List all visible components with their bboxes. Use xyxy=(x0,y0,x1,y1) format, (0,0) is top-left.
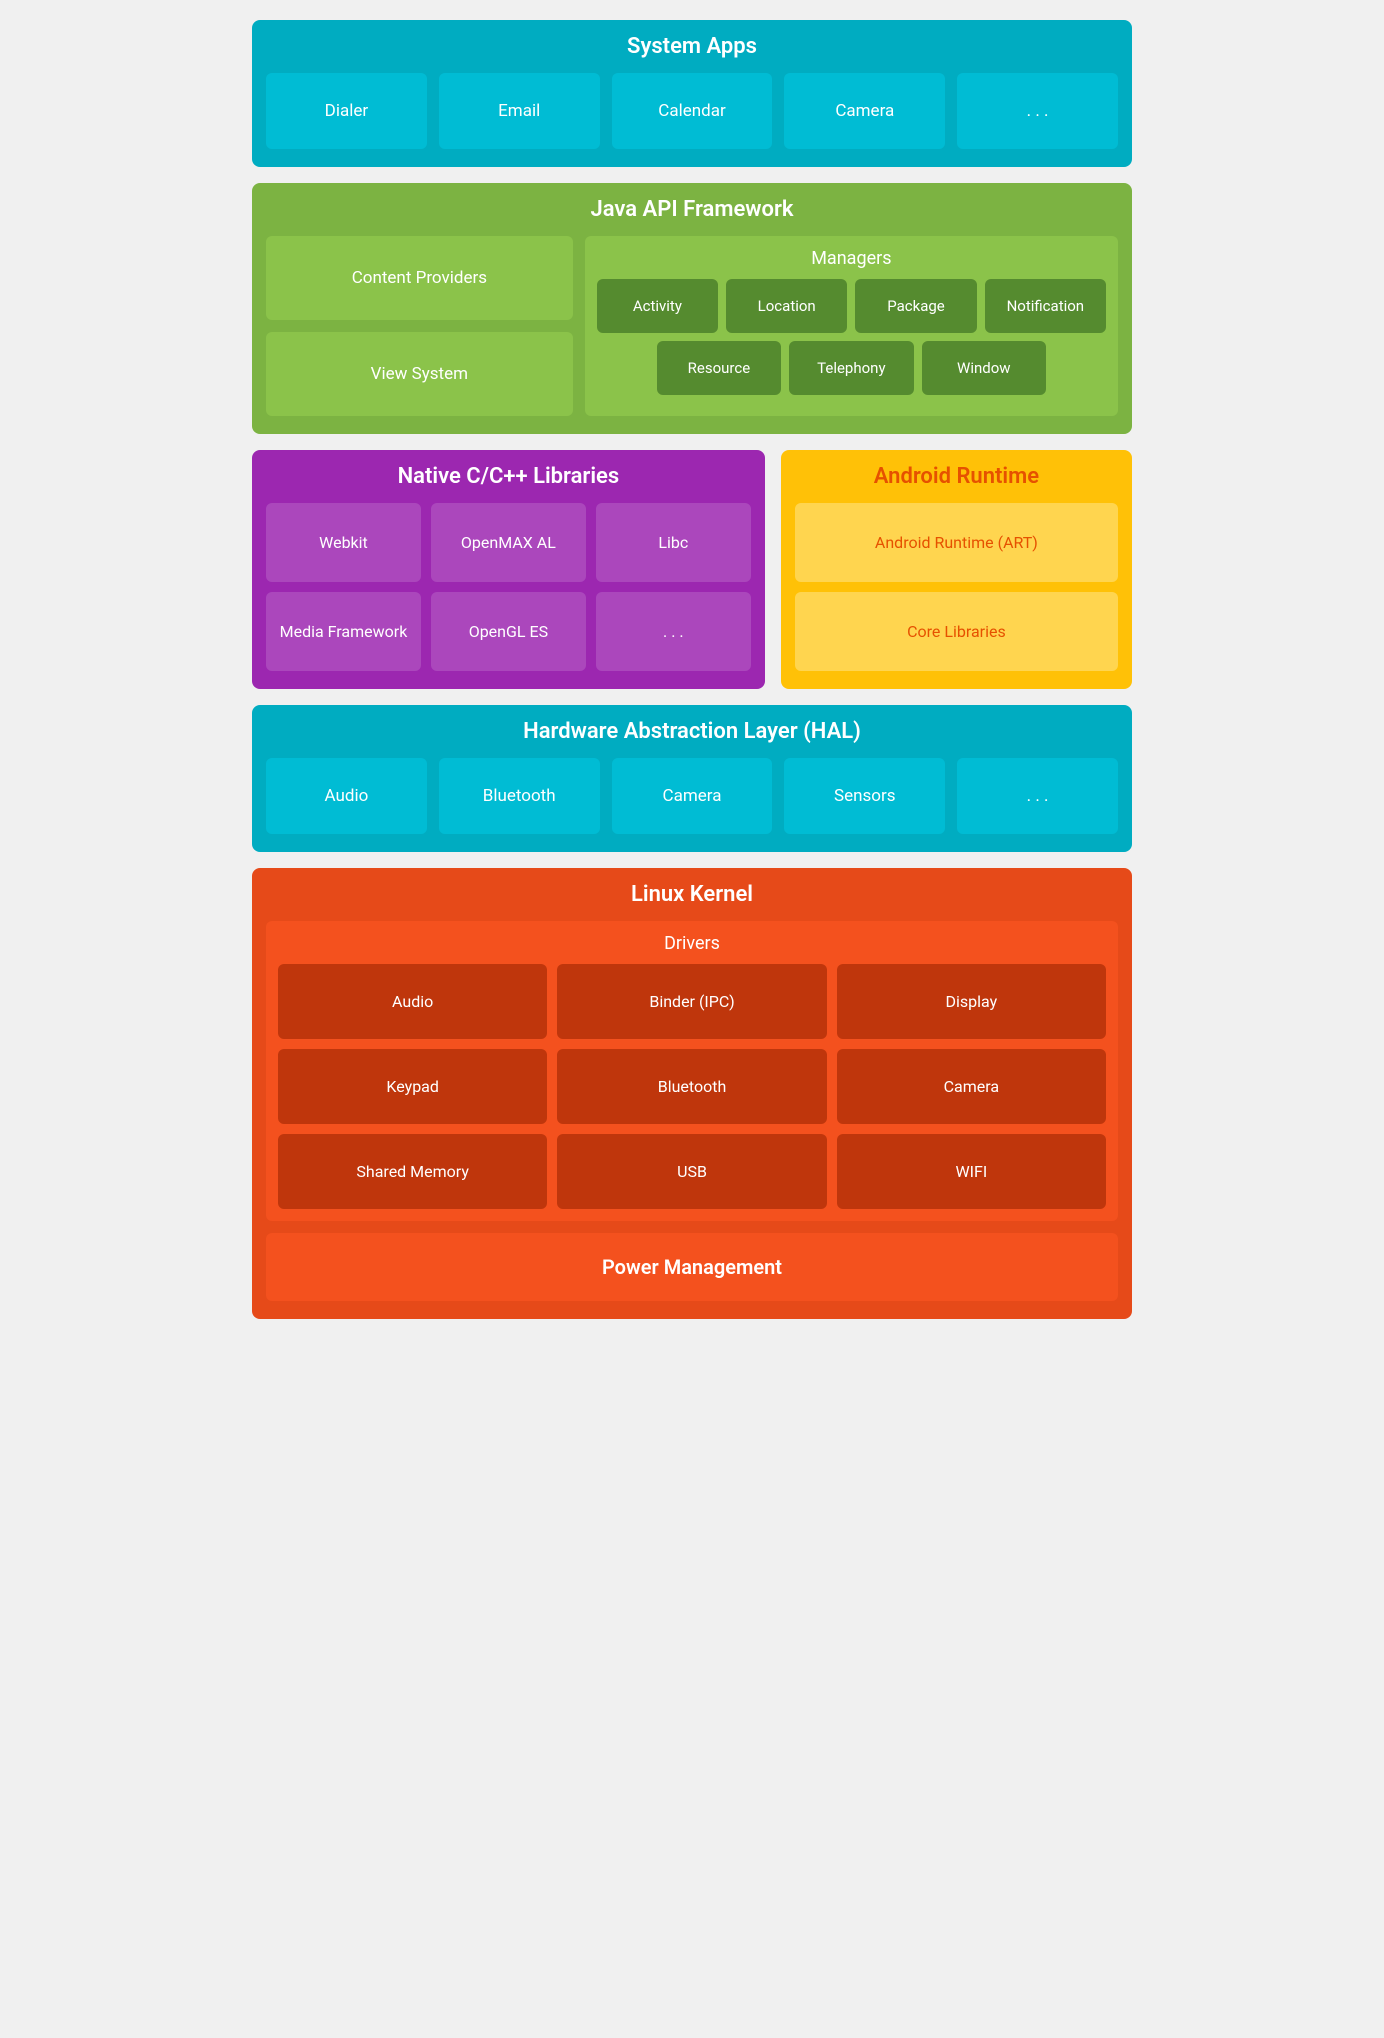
resource-manager: Resource xyxy=(657,341,781,395)
android-runtime-title: Android Runtime xyxy=(795,464,1118,489)
driver-usb: USB xyxy=(557,1134,826,1209)
driver-shared-memory: Shared Memory xyxy=(278,1134,547,1209)
drivers-section: Drivers Audio Binder (IPC) Display Keypa… xyxy=(266,921,1118,1221)
system-apps-title: System Apps xyxy=(266,34,1118,59)
driver-audio: Audio xyxy=(278,964,547,1039)
webkit-card: Webkit xyxy=(266,503,421,582)
hal-audio-card: Audio xyxy=(266,758,427,834)
driver-camera: Camera xyxy=(837,1049,1106,1124)
native-libs-grid: Webkit OpenMAX AL Libc Media Framework O… xyxy=(266,503,751,671)
window-manager: Window xyxy=(922,341,1046,395)
opengl-card: OpenGL ES xyxy=(431,592,586,671)
linux-kernel-layer: Linux Kernel Drivers Audio Binder (IPC) … xyxy=(252,868,1132,1319)
driver-wifi: WIFI xyxy=(837,1134,1106,1209)
hal-camera-card: Camera xyxy=(612,758,773,834)
telephony-manager: Telephony xyxy=(789,341,913,395)
media-framework-card: Media Framework xyxy=(266,592,421,671)
core-libraries-card: Core Libraries xyxy=(795,592,1118,671)
view-system-card: View System xyxy=(266,332,573,416)
native-more-card: . . . xyxy=(596,592,751,671)
system-apps-layer: System Apps Dialer Email Calendar Camera… xyxy=(252,20,1132,167)
driver-display: Display xyxy=(837,964,1106,1039)
managers-section: Managers Activity Location Package Notif… xyxy=(585,236,1118,416)
hal-cards: Audio Bluetooth Camera Sensors . . . xyxy=(266,758,1118,834)
driver-binder: Binder (IPC) xyxy=(557,964,826,1039)
driver-bluetooth: Bluetooth xyxy=(557,1049,826,1124)
hal-layer: Hardware Abstraction Layer (HAL) Audio B… xyxy=(252,705,1132,852)
java-api-left: Content Providers View System xyxy=(266,236,573,416)
hal-sensors-card: Sensors xyxy=(784,758,945,834)
native-libs-title: Native C/C++ Libraries xyxy=(266,464,751,489)
camera-card: Camera xyxy=(784,73,945,149)
middle-row: Native C/C++ Libraries Webkit OpenMAX AL… xyxy=(252,450,1132,689)
activity-manager: Activity xyxy=(597,279,718,333)
location-manager: Location xyxy=(726,279,847,333)
java-api-content: Content Providers View System Managers A… xyxy=(266,236,1118,416)
power-management: Power Management xyxy=(266,1233,1118,1301)
managers-row1: Activity Location Package Notification xyxy=(597,279,1106,333)
java-api-title: Java API Framework xyxy=(266,197,1118,222)
notification-manager: Notification xyxy=(985,279,1106,333)
drivers-grid: Audio Binder (IPC) Display Keypad Blueto… xyxy=(278,964,1106,1209)
calendar-card: Calendar xyxy=(612,73,773,149)
android-runtime-layer: Android Runtime Android Runtime (ART) Co… xyxy=(781,450,1132,689)
driver-keypad: Keypad xyxy=(278,1049,547,1124)
native-libs-layer: Native C/C++ Libraries Webkit OpenMAX AL… xyxy=(252,450,765,689)
dialer-card: Dialer xyxy=(266,73,427,149)
hal-bluetooth-card: Bluetooth xyxy=(439,758,600,834)
openmax-card: OpenMAX AL xyxy=(431,503,586,582)
hal-title: Hardware Abstraction Layer (HAL) xyxy=(266,719,1118,744)
more-card: . . . xyxy=(957,73,1118,149)
managers-row2: Resource Telephony Window xyxy=(597,341,1106,395)
drivers-title: Drivers xyxy=(278,933,1106,954)
managers-title: Managers xyxy=(597,248,1106,269)
linux-kernel-title: Linux Kernel xyxy=(266,882,1118,907)
email-card: Email xyxy=(439,73,600,149)
art-card: Android Runtime (ART) xyxy=(795,503,1118,582)
content-providers-card: Content Providers xyxy=(266,236,573,320)
libc-card: Libc xyxy=(596,503,751,582)
hal-more-card: . . . xyxy=(957,758,1118,834)
java-api-layer: Java API Framework Content Providers Vie… xyxy=(252,183,1132,434)
system-apps-cards: Dialer Email Calendar Camera . . . xyxy=(266,73,1118,149)
package-manager: Package xyxy=(855,279,976,333)
